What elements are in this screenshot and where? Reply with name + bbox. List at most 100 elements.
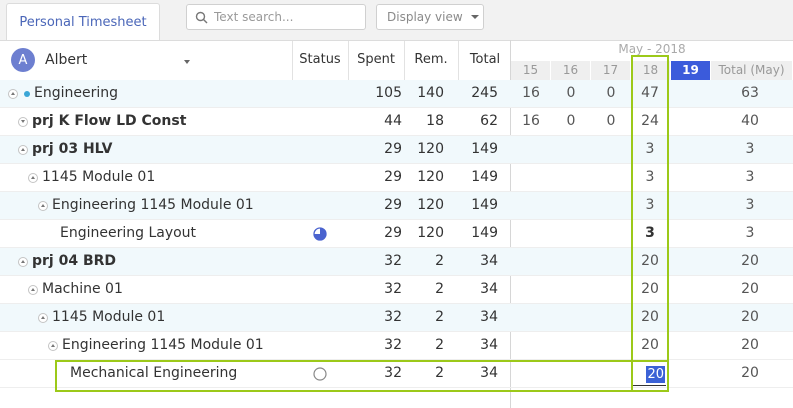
day-cell-15[interactable]: 16	[511, 108, 551, 135]
day-header-18[interactable]: 18	[631, 61, 671, 80]
row-name: prj 03 HLV	[32, 141, 113, 157]
tab-personal-timesheet[interactable]: Personal Timesheet	[6, 3, 160, 40]
collapse-toggle-icon[interactable]	[38, 313, 48, 323]
selected-value: 20	[646, 366, 665, 383]
month-total-cell: 3	[745, 169, 755, 185]
partial-pie-icon[interactable]	[312, 226, 328, 242]
table-row[interactable]: Engineering Layout 29 120 149 3 3	[0, 220, 793, 248]
cell-rem: 2	[435, 309, 444, 325]
row-name: 1145 Module 01	[42, 169, 156, 185]
month-total-cell: 20	[741, 281, 759, 297]
month-total-cell: 20	[741, 365, 759, 381]
month-total-cell: 63	[741, 85, 759, 101]
user-selector[interactable]: Albert	[45, 52, 87, 68]
column-divider	[348, 41, 349, 80]
cell-rem: 140	[417, 85, 444, 101]
cell-total: 149	[471, 225, 498, 241]
collapse-toggle-icon[interactable]	[38, 201, 48, 211]
expand-toggle-icon[interactable]	[18, 117, 28, 127]
display-view-dropdown[interactable]: Display view	[376, 4, 484, 30]
month-total-cell: 3	[745, 141, 755, 157]
column-header-rem[interactable]: Rem.	[405, 52, 457, 67]
table-row[interactable]: prj K Flow LD Const 44 18 62 16 0 0 24 40	[0, 108, 793, 136]
day-cell-17[interactable]: 0	[591, 108, 631, 135]
table-row[interactable]: prj 03 HLV 29 120 149 3 3	[0, 136, 793, 164]
month-label: May - 2018	[618, 42, 686, 56]
cell-rem: 2	[435, 253, 444, 269]
table-row[interactable]: Mechanical Engineering 32 2 34 20	[0, 360, 793, 388]
table-row[interactable]: Engineering 1145 Module 01 29 120 149 3 3	[0, 192, 793, 220]
collapse-toggle-icon[interactable]	[48, 341, 58, 351]
table-row[interactable]: prj 04 BRD 32 2 34 20 20	[0, 248, 793, 276]
month-total-cell: 40	[741, 113, 759, 129]
day-cell-18[interactable]: 20	[630, 304, 670, 331]
column-header-spent[interactable]: Spent	[350, 52, 402, 67]
collapse-toggle-icon[interactable]	[18, 257, 28, 267]
row-name: prj 04 BRD	[32, 253, 117, 269]
cell-rem: 2	[435, 365, 444, 381]
cell-spent: 32	[384, 365, 402, 381]
day-header-15[interactable]: 15	[511, 61, 551, 80]
search-icon	[195, 11, 208, 23]
table-row[interactable]: 1145 Module 01 32 2 34 20 20	[0, 304, 793, 332]
cell-spent: 29	[384, 169, 402, 185]
row-name: Machine 01	[42, 281, 123, 297]
day-cell-16[interactable]: 0	[551, 108, 591, 135]
month-total-cell: 20	[741, 337, 759, 353]
cell-spent: 44	[384, 113, 402, 129]
day-cell-18[interactable]: 20	[630, 332, 670, 359]
cell-total: 34	[480, 309, 498, 325]
day-cell-18[interactable]: 20	[630, 248, 670, 275]
day-cell-18[interactable]: 3	[630, 136, 670, 163]
row-name: 1145 Module 01	[52, 309, 166, 325]
table-row[interactable]: Machine 01 32 2 34 20 20	[0, 276, 793, 304]
cell-total: 245	[471, 85, 498, 101]
table-row[interactable]: Engineering 1145 Module 01 32 2 34 20 20	[0, 332, 793, 360]
month-total-cell: 20	[741, 253, 759, 269]
chevron-down-icon[interactable]	[184, 60, 190, 64]
column-header-total[interactable]: Total	[460, 52, 510, 67]
collapse-toggle-icon[interactable]	[28, 173, 38, 183]
collapse-toggle-icon[interactable]	[28, 285, 38, 295]
table-row[interactable]: Engineering 105 140 245 16 0 0 47 63	[0, 80, 793, 108]
day-cell-18[interactable]: 20	[630, 276, 670, 303]
day-cell-18[interactable]: 47	[630, 80, 670, 107]
collapse-toggle-icon[interactable]	[18, 145, 28, 155]
day-cell-18[interactable]: 3	[630, 192, 670, 219]
search-input[interactable]	[214, 10, 344, 24]
day-cell-17[interactable]: 0	[591, 80, 631, 107]
row-name: prj K Flow LD Const	[32, 113, 187, 129]
day-header-19-today[interactable]: 19	[671, 61, 711, 80]
column-divider	[292, 41, 293, 80]
cell-spent: 32	[384, 337, 402, 353]
cell-rem: 120	[417, 197, 444, 213]
bullet-icon	[24, 91, 30, 97]
empty-circle-icon[interactable]	[312, 366, 328, 382]
chevron-down-icon	[470, 15, 479, 19]
day-cell-18[interactable]: 3	[630, 164, 670, 191]
cell-rem: 2	[435, 281, 444, 297]
cell-total: 149	[471, 169, 498, 185]
cell-total: 34	[480, 253, 498, 269]
cell-total: 34	[480, 337, 498, 353]
cell-rem: 2	[435, 337, 444, 353]
cell-total: 149	[471, 141, 498, 157]
collapse-toggle-icon[interactable]	[8, 89, 18, 99]
table-row[interactable]: 1145 Module 01 29 120 149 3 3	[0, 164, 793, 192]
month-total-cell: 3	[745, 225, 755, 241]
day-cell-18[interactable]: 24	[630, 108, 670, 135]
day-header-17[interactable]: 17	[591, 61, 631, 80]
cell-spent: 29	[384, 225, 402, 241]
cell-total: 62	[480, 113, 498, 129]
cell-spent: 32	[384, 253, 402, 269]
search-box[interactable]	[186, 4, 366, 30]
day-18-edit-input[interactable]: 20	[633, 365, 666, 386]
day-cell-18[interactable]: 3	[630, 220, 670, 247]
day-cell-15[interactable]: 16	[511, 80, 551, 107]
day-cell-16[interactable]: 0	[551, 80, 591, 107]
day-header-16[interactable]: 16	[551, 61, 591, 80]
avatar: A	[11, 48, 35, 72]
cell-total: 34	[480, 365, 498, 381]
column-header-status[interactable]: Status	[294, 52, 346, 67]
cell-total: 34	[480, 281, 498, 297]
